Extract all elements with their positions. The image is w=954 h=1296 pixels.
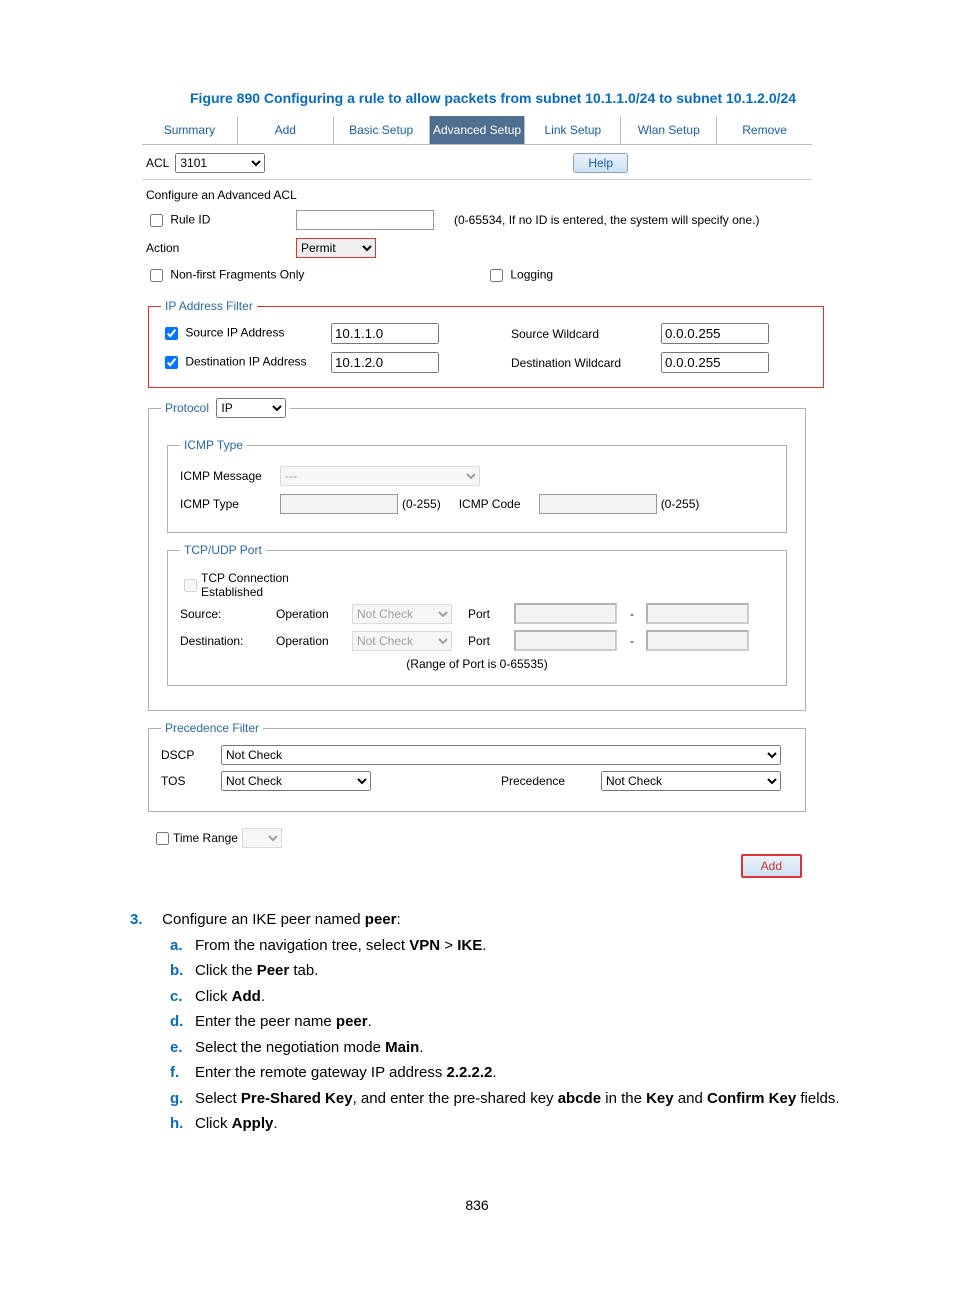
tab-advanced-setup[interactable]: Advanced Setup	[430, 116, 526, 144]
icmp-code-input	[539, 494, 657, 514]
step-text-c: :	[396, 911, 400, 928]
operation-label-2: Operation	[276, 634, 346, 648]
precedence-legend: Precedence Filter	[161, 721, 263, 735]
sub-letter: f.	[170, 1060, 195, 1086]
icmp-legend: ICMP Type	[180, 438, 247, 452]
step-text-a: Configure an IKE peer named	[162, 911, 365, 928]
ip-address-filter-fieldset: IP Address Filter Source IP Address Sour…	[148, 299, 824, 388]
tab-wlan-setup[interactable]: Wlan Setup	[621, 116, 717, 144]
dest-port1-input	[514, 630, 617, 651]
icmp-code-label: ICMP Code	[459, 497, 539, 511]
protocol-fieldset: Protocol IP ICMP Type ICMP Message --- I…	[148, 398, 806, 711]
action-label: Action	[146, 241, 296, 255]
icmp-type-fieldset: ICMP Type ICMP Message --- ICMP Type (0-…	[167, 438, 787, 533]
page-number: 836	[90, 1197, 864, 1213]
precedence-filter-fieldset: Precedence Filter DSCP Not Check TOS Not…	[148, 721, 806, 812]
sub-letter: h.	[170, 1111, 195, 1137]
source-port-dash: -	[630, 607, 640, 621]
sub-letter: d.	[170, 1009, 195, 1035]
tcpudp-legend: TCP/UDP Port	[180, 543, 266, 557]
dest-port-word: Port	[468, 634, 508, 648]
icmp-message-label: ICMP Message	[180, 469, 280, 483]
precedence-label: Precedence	[501, 774, 591, 788]
rule-id-input[interactable]	[296, 210, 434, 230]
tab-link-setup[interactable]: Link Setup	[525, 116, 621, 144]
source-port1-input	[514, 603, 617, 624]
dest-port2-input	[646, 630, 749, 651]
tab-add[interactable]: Add	[238, 116, 334, 144]
rule-id-label: Rule ID	[170, 212, 210, 226]
nonfirst-label: Non-first Fragments Only	[170, 268, 304, 282]
source-ip-label: Source IP Address	[185, 326, 284, 340]
icmp-type-hint: (0-255)	[402, 497, 441, 511]
dest-port-dash: -	[630, 634, 640, 648]
dest-operation-select: Not Check	[352, 631, 452, 651]
dscp-label: DSCP	[161, 748, 211, 762]
icmp-code-hint: (0-255)	[661, 497, 700, 511]
precedence-select[interactable]: Not Check	[601, 771, 781, 791]
sub-letter: e.	[170, 1035, 195, 1061]
operation-label: Operation	[276, 607, 346, 621]
source-port-label: Source:	[180, 607, 270, 621]
tab-bar: Summary Add Basic Setup Advanced Setup L…	[142, 116, 812, 145]
step-number: 3.	[130, 907, 158, 933]
rule-id-hint: (0-65534, If no ID is entered, the syste…	[454, 213, 759, 227]
tab-summary[interactable]: Summary	[142, 116, 238, 144]
configure-title: Configure an Advanced ACL	[146, 188, 297, 202]
protocol-select[interactable]: IP	[216, 398, 286, 418]
help-button[interactable]: Help	[573, 153, 628, 173]
tcp-established-label: TCP Connection Established	[201, 571, 321, 599]
action-select[interactable]: Permit	[296, 238, 376, 258]
source-wildcard-input[interactable]	[661, 323, 769, 344]
dest-wildcard-input[interactable]	[661, 352, 769, 373]
icmp-type-input	[280, 494, 398, 514]
source-ip-input[interactable]	[331, 323, 439, 344]
dest-ip-checkbox[interactable]	[165, 356, 178, 369]
acl-label: ACL	[146, 156, 169, 170]
tos-select[interactable]: Not Check	[221, 771, 371, 791]
source-ip-checkbox[interactable]	[165, 327, 178, 340]
dest-wildcard-label: Destination Wildcard	[511, 356, 661, 370]
dscp-select[interactable]: Not Check	[221, 745, 781, 765]
dest-ip-label: Destination IP Address	[185, 355, 306, 369]
sub-letter: b.	[170, 958, 195, 984]
ip-filter-legend: IP Address Filter	[161, 299, 257, 313]
rule-id-checkbox[interactable]	[150, 214, 163, 227]
time-range-checkbox[interactable]	[156, 832, 169, 845]
figure-caption: Figure 890 Configuring a rule to allow p…	[90, 90, 864, 106]
dest-ip-input[interactable]	[331, 352, 439, 373]
icmp-message-select: ---	[280, 466, 480, 486]
logging-checkbox[interactable]	[490, 269, 503, 282]
source-operation-select: Not Check	[352, 604, 452, 624]
acl-select[interactable]: 3101	[175, 153, 265, 173]
port-range-hint: (Range of Port is 0-65535)	[180, 657, 774, 671]
sub-letter: g.	[170, 1086, 195, 1112]
sub-letter: a.	[170, 933, 195, 959]
source-port-word: Port	[468, 607, 508, 621]
tcp-udp-port-fieldset: TCP/UDP Port TCP Connection Established …	[167, 543, 787, 686]
icmp-type-label: ICMP Type	[180, 497, 280, 511]
nonfirst-checkbox[interactable]	[150, 269, 163, 282]
dest-port-label: Destination:	[180, 634, 270, 648]
screenshot-panel: Summary Add Basic Setup Advanced Setup L…	[142, 116, 812, 882]
tab-basic-setup[interactable]: Basic Setup	[334, 116, 430, 144]
instructions: 3. Configure an IKE peer named peer: a.F…	[130, 907, 864, 1137]
source-wildcard-label: Source Wildcard	[511, 327, 661, 341]
protocol-legend: Protocol	[165, 401, 209, 415]
add-button[interactable]: Add	[741, 854, 802, 878]
logging-label: Logging	[510, 268, 553, 282]
tab-remove[interactable]: Remove	[717, 116, 812, 144]
step-text-b: peer	[365, 911, 397, 928]
sub-letter: c.	[170, 984, 195, 1010]
tos-label: TOS	[161, 774, 211, 788]
time-range-label: Time Range	[173, 831, 238, 845]
tcp-established-checkbox	[184, 579, 197, 592]
time-range-select	[242, 828, 282, 848]
source-port2-input	[646, 603, 749, 624]
